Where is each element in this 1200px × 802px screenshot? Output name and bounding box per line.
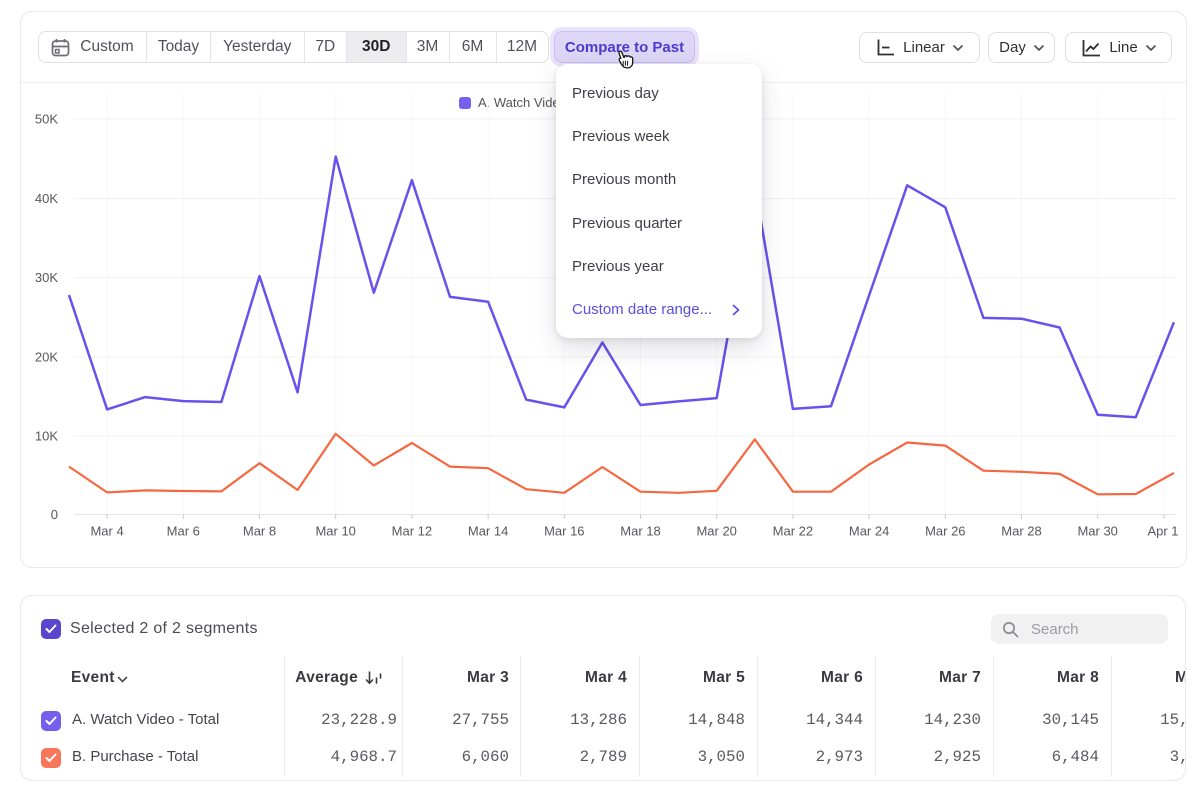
svg-text:Mar 20: Mar 20 bbox=[696, 524, 736, 539]
svg-text:30K: 30K bbox=[35, 270, 58, 285]
svg-text:Mar 6: Mar 6 bbox=[167, 524, 200, 539]
svg-text:Apr 1: Apr 1 bbox=[1147, 524, 1178, 539]
svg-text:Mar 4: Mar 4 bbox=[90, 524, 123, 539]
svg-text:50K: 50K bbox=[35, 112, 58, 127]
svg-text:Mar 14: Mar 14 bbox=[468, 524, 508, 539]
svg-text:Mar 12: Mar 12 bbox=[392, 524, 432, 539]
svg-text:Mar 22: Mar 22 bbox=[773, 524, 813, 539]
svg-text:Mar 26: Mar 26 bbox=[925, 524, 965, 539]
svg-text:20K: 20K bbox=[35, 349, 58, 364]
svg-text:Mar 10: Mar 10 bbox=[315, 524, 355, 539]
svg-text:Mar 30: Mar 30 bbox=[1077, 524, 1117, 539]
svg-text:10K: 10K bbox=[35, 428, 58, 443]
svg-text:Mar 18: Mar 18 bbox=[620, 524, 660, 539]
svg-text:Mar 8: Mar 8 bbox=[243, 524, 276, 539]
svg-text:Mar 24: Mar 24 bbox=[849, 524, 889, 539]
svg-text:0: 0 bbox=[51, 507, 58, 522]
svg-text:Mar 16: Mar 16 bbox=[544, 524, 584, 539]
svg-text:Mar 28: Mar 28 bbox=[1001, 524, 1041, 539]
svg-text:40K: 40K bbox=[35, 191, 58, 206]
